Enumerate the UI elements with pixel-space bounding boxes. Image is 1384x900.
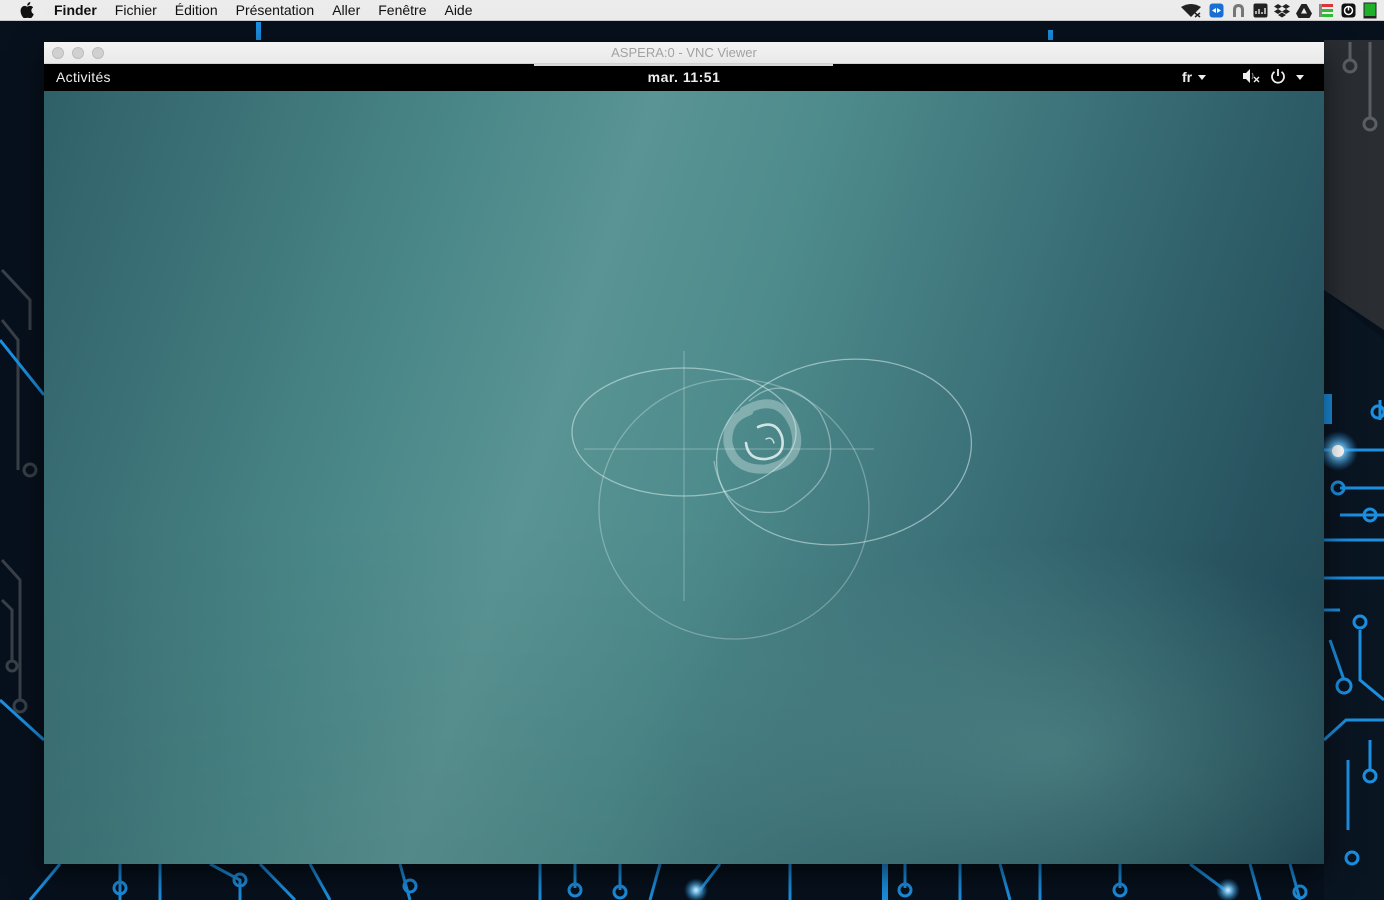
clock-indicator-line: [534, 64, 833, 66]
menu-presentation[interactable]: Présentation: [227, 0, 324, 21]
menu-fichier[interactable]: Fichier: [106, 0, 166, 21]
apple-icon[interactable]: [0, 2, 54, 18]
language-label: fr: [1182, 69, 1193, 85]
system-menu[interactable]: [1242, 64, 1304, 91]
chevron-down-icon: [1296, 75, 1304, 80]
activity-monitor-icon[interactable]: [1252, 3, 1268, 19]
istat-icon[interactable]: [1318, 3, 1334, 19]
volume-muted-icon: [1242, 68, 1260, 87]
power-icon: [1270, 68, 1286, 87]
mac-status-area: [1180, 0, 1378, 21]
debian-desktop-background[interactable]: [44, 91, 1324, 864]
teamviewer-icon[interactable]: [1208, 3, 1224, 19]
battery-icon[interactable]: [1362, 2, 1378, 19]
activities-button[interactable]: Activités: [56, 64, 111, 91]
google-drive-icon[interactable]: [1296, 3, 1312, 19]
language-selector[interactable]: fr: [1182, 64, 1207, 91]
mac-menubar: Finder Fichier Édition Présentation Alle…: [0, 0, 1384, 21]
vnc-viewer-window: ASPERA:0 - VNC Viewer Activités mar. 11:…: [44, 42, 1324, 864]
menu-aide[interactable]: Aide: [435, 0, 481, 21]
app-icon[interactable]: [1340, 3, 1356, 19]
chevron-down-icon: [1198, 75, 1207, 80]
menu-fenetre[interactable]: Fenêtre: [369, 0, 435, 21]
menu-aller[interactable]: Aller: [323, 0, 369, 21]
vpn-icon[interactable]: [1230, 3, 1246, 19]
menu-finder[interactable]: Finder: [54, 0, 106, 21]
menu-edition[interactable]: Édition: [166, 0, 227, 21]
wifi-icon[interactable]: [1180, 3, 1202, 19]
debian-swirl-logo: [571, 351, 973, 640]
window-title: ASPERA:0 - VNC Viewer: [611, 45, 757, 60]
clock-button[interactable]: mar. 11:51: [648, 69, 721, 85]
dropbox-icon[interactable]: [1274, 3, 1290, 19]
vnc-titlebar[interactable]: ASPERA:0 - VNC Viewer: [44, 42, 1324, 64]
gnome-top-bar: Activités mar. 11:51 fr: [44, 64, 1324, 91]
